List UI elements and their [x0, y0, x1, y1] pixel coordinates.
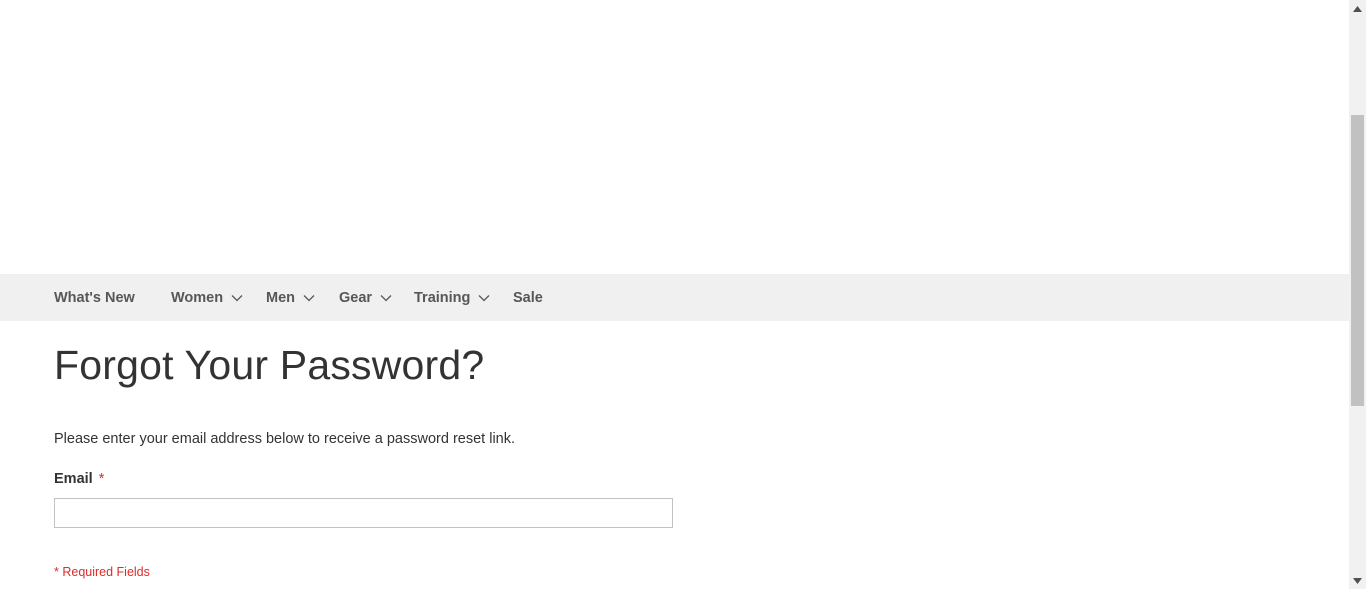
chevron-down-icon [231, 292, 243, 304]
chevron-down-icon [303, 292, 315, 304]
nav-item-label: Men [266, 289, 295, 306]
chevron-down-icon [380, 292, 392, 304]
header-blank-area [0, 0, 1349, 274]
chevron-down-icon [478, 292, 490, 304]
scrollbar-thumb[interactable] [1351, 115, 1364, 406]
nav-item-label: Gear [339, 289, 373, 306]
required-asterisk: * [98, 471, 105, 487]
nav-item-men[interactable]: Men [266, 274, 315, 321]
nav-item-label: Training [414, 289, 471, 306]
nav-item-women[interactable]: Women [171, 274, 243, 321]
email-input[interactable] [54, 498, 673, 528]
arrow-down-icon[interactable] [1349, 572, 1366, 589]
arrow-up-icon[interactable] [1349, 0, 1366, 17]
main-navigation: What's New Women Men Gear Training Sale [0, 274, 1349, 321]
intro-text: Please enter your email address below to… [54, 431, 516, 447]
nav-item-sale[interactable]: Sale [513, 274, 543, 321]
nav-item-whats-new[interactable]: What's New [54, 274, 135, 321]
required-fields-note: * Required Fields [54, 565, 150, 579]
email-label-text: Email [54, 471, 93, 487]
email-label: Email * [54, 471, 104, 487]
page-title: Forgot Your Password? [54, 342, 485, 388]
nav-item-label: Women [171, 289, 224, 306]
vertical-scrollbar[interactable] [1349, 0, 1366, 589]
nav-item-training[interactable]: Training [414, 274, 490, 321]
nav-item-label: Sale [513, 289, 543, 306]
nav-item-gear[interactable]: Gear [339, 274, 392, 321]
nav-item-label: What's New [54, 289, 135, 306]
